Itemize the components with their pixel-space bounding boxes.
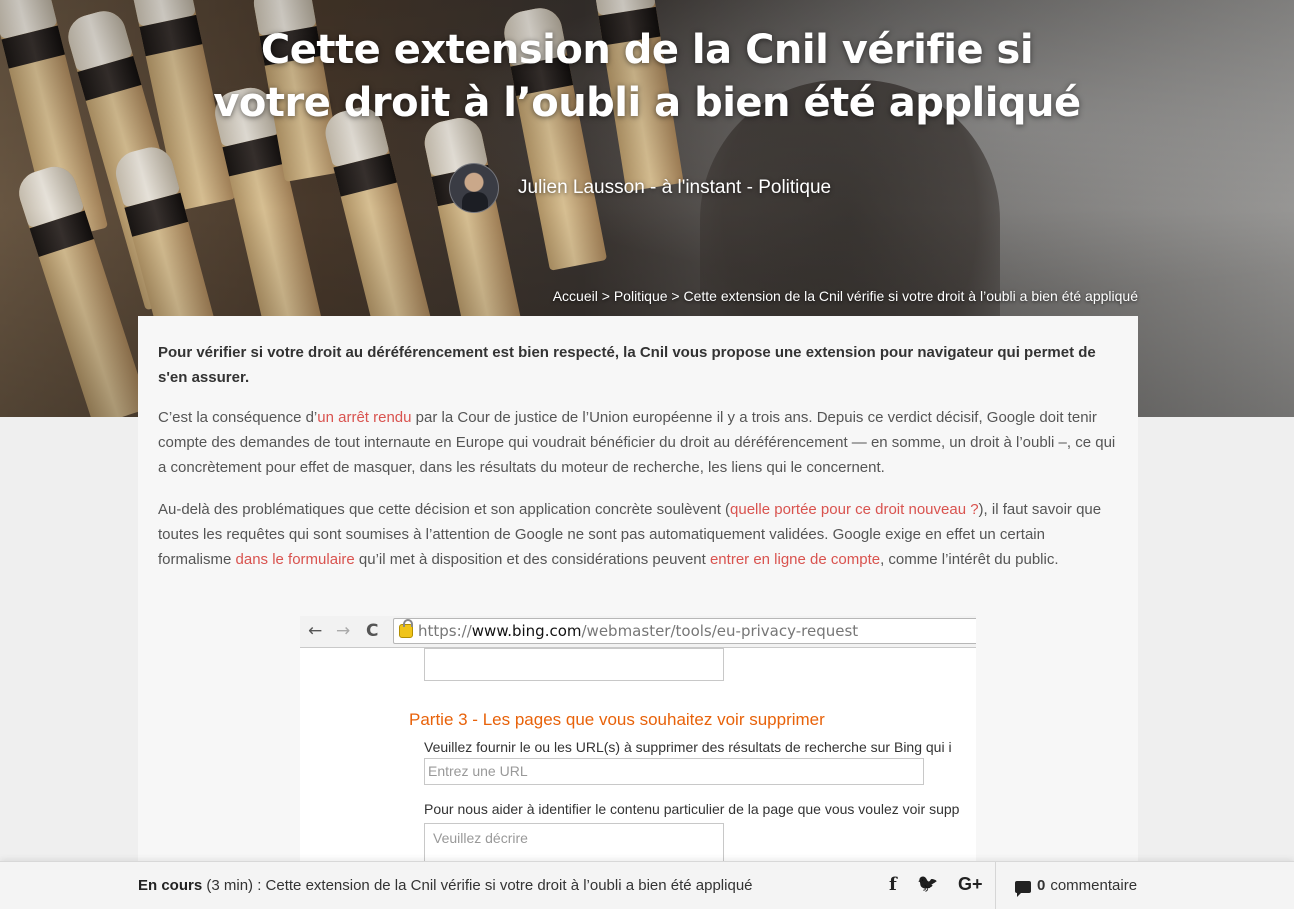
link-arret-rendu[interactable]: un arrêt rendu	[317, 409, 411, 426]
url-scheme: https://	[418, 622, 472, 640]
previous-field	[424, 648, 724, 681]
embedded-screenshot: ← → C https://www.bing.com/webmaster/too…	[300, 616, 976, 876]
now-reading-separator: :	[253, 877, 266, 894]
article-paragraph: Au-delà des problématiques que cette déc…	[158, 497, 1118, 572]
now-reading-title: Cette extension de la Cnil vérifie si vo…	[265, 877, 753, 894]
comment-label: commentaire	[1050, 877, 1138, 894]
breadcrumb-current: Cette extension de la Cnil vérifie si vo…	[683, 288, 1139, 304]
comment-icon	[1015, 880, 1031, 897]
byline[interactable]: Julien Lausson - à l'instant - Politique	[518, 177, 831, 199]
paragraph-text: Au-delà des problématiques que cette déc…	[158, 501, 731, 518]
browser-toolbar: ← → C https://www.bing.com/webmaster/too…	[300, 616, 976, 648]
link-ligne-de-compte[interactable]: entrer en ligne de compte	[710, 551, 880, 568]
google-plus-icon[interactable]: G+	[958, 874, 983, 895]
reload-icon: C	[366, 621, 379, 641]
now-reading-duration: (3 min)	[202, 877, 254, 894]
breadcrumb: Accueil > Politique > Cette extension de…	[553, 288, 1138, 304]
form-section-title: Partie 3 - Les pages que vous souhaitez …	[409, 710, 825, 729]
article-title: Cette extension de la Cnil vérifie si vo…	[150, 24, 1144, 130]
breadcrumb-home-link[interactable]: Accueil	[553, 288, 598, 304]
breadcrumb-section-link[interactable]: Politique	[614, 288, 668, 304]
url-host: www.bing.com	[471, 622, 582, 640]
article-title-line1: Cette extension de la Cnil vérifie si	[260, 27, 1034, 73]
lock-icon	[399, 619, 413, 638]
forward-icon: →	[336, 621, 351, 641]
bottombar-divider	[995, 862, 996, 909]
back-icon: ←	[308, 621, 323, 641]
now-reading: En cours (3 min) : Cette extension de la…	[138, 877, 753, 894]
article-body: Pour vérifier si votre droit au déréfére…	[138, 316, 1138, 876]
article-paragraph: C’est la conséquence d’un arrêt rendu pa…	[158, 405, 1118, 480]
author-row: Julien Lausson - à l'instant - Politique	[449, 163, 831, 213]
breadcrumb-separator: >	[667, 288, 684, 304]
article-lead: Pour vérifier si votre droit au déréfére…	[158, 344, 1096, 386]
paragraph-text: qu’il met à disposition et des considéra…	[354, 551, 710, 568]
breadcrumb-separator: >	[597, 288, 614, 304]
link-formulaire[interactable]: dans le formulaire	[236, 551, 355, 568]
form-instruction-content: Pour nous aider à identifier le contenu …	[424, 801, 960, 817]
reading-progress-bar: En cours (3 min) : Cette extension de la…	[0, 861, 1294, 909]
address-bar: https://www.bing.com/webmaster/tools/eu-…	[393, 618, 976, 644]
form-instruction-urls: Veuillez fournir le ou les URL(s) à supp…	[424, 739, 952, 755]
url-field: Entrez une URL	[424, 758, 924, 785]
link-quelle-portee[interactable]: quelle portée pour ce droit nouveau ?	[730, 501, 979, 518]
facebook-icon[interactable]: f	[889, 874, 897, 895]
paragraph-text: C’est la conséquence d’	[158, 409, 318, 426]
paragraph-text: , comme l’intérêt du public.	[880, 551, 1059, 568]
comments-link[interactable]: 0 commentaire	[1015, 877, 1138, 897]
article-title-line2: votre droit à l’oubli a bien été appliqu…	[213, 80, 1081, 126]
url-path: /webmaster/tools/eu-privacy-request	[581, 622, 859, 640]
twitter-icon[interactable]: 🐦	[917, 874, 938, 894]
author-avatar[interactable]	[449, 163, 499, 213]
now-reading-status: En cours	[138, 877, 203, 894]
comment-count: 0	[1037, 877, 1046, 894]
